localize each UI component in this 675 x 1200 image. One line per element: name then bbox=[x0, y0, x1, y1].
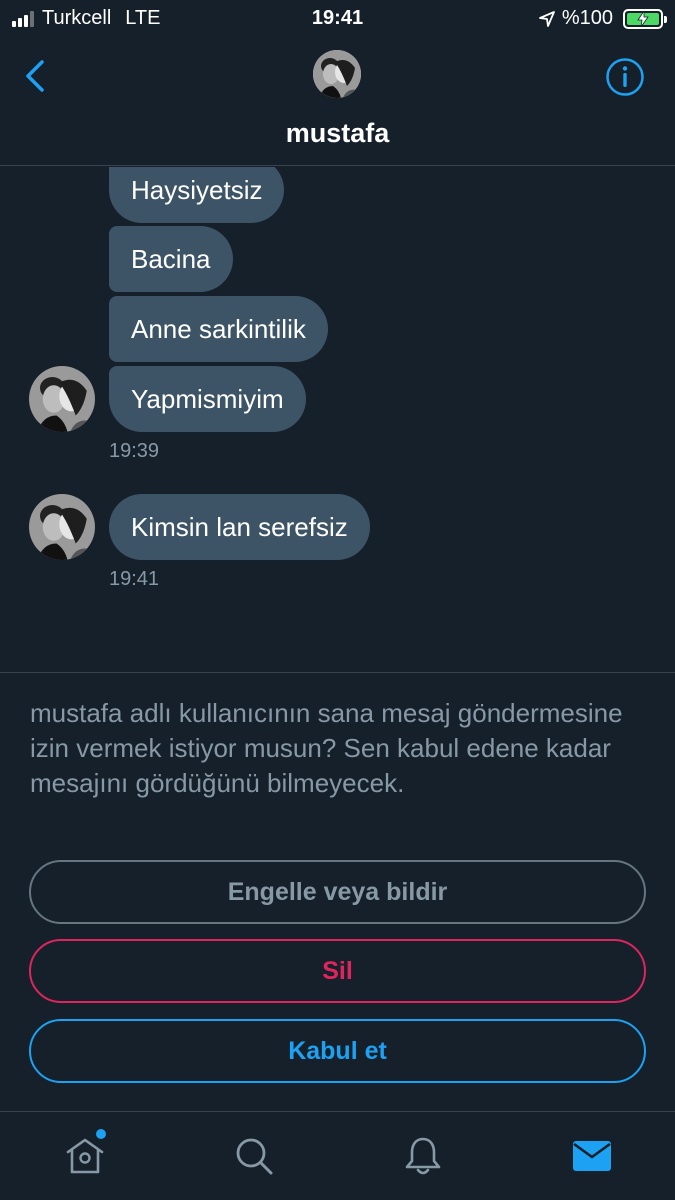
battery-icon bbox=[623, 8, 667, 29]
network-label: LTE bbox=[125, 7, 161, 29]
notification-dot bbox=[96, 1129, 106, 1139]
sender-avatar[interactable] bbox=[29, 366, 95, 432]
tab-bar bbox=[0, 1111, 675, 1200]
sender-avatar[interactable] bbox=[29, 494, 95, 560]
message-timestamp: 19:41 bbox=[109, 568, 160, 590]
message-request-prompt: mustafa adlı kullanıcının sana mesaj gön… bbox=[30, 698, 623, 798]
divider bbox=[0, 672, 675, 673]
message-bubble[interactable]: Anne sarkintilik bbox=[109, 296, 328, 362]
message-bubble[interactable]: Yapmismiyim bbox=[109, 366, 306, 432]
search-icon[interactable] bbox=[232, 1134, 276, 1178]
header-avatar[interactable] bbox=[313, 50, 361, 98]
message-timestamp: 19:39 bbox=[109, 440, 160, 462]
mail-icon[interactable] bbox=[570, 1134, 614, 1178]
block-or-report-button[interactable]: Engelle veya bildir bbox=[29, 860, 646, 924]
conversation-header: mustafa bbox=[0, 38, 675, 166]
location-arrow-icon bbox=[538, 10, 555, 27]
info-icon[interactable] bbox=[605, 57, 645, 97]
message-bubble[interactable]: Haysiyetsiz bbox=[109, 167, 285, 223]
message-bubble[interactable]: Kimsin lan serefsiz bbox=[109, 494, 370, 560]
battery-percent: %100 bbox=[561, 7, 613, 29]
status-bar: Turkcell LTE 19:41 %100 bbox=[0, 0, 675, 38]
message-bubble[interactable]: Bacina bbox=[109, 226, 233, 292]
contact-name: mustafa bbox=[285, 118, 390, 148]
message-list[interactable]: Haysiyetsiz Bacina Anne sarkintilik Yapm… bbox=[0, 167, 675, 672]
back-arrow-icon[interactable] bbox=[20, 56, 54, 96]
bell-icon[interactable] bbox=[401, 1134, 445, 1178]
accept-button[interactable]: Kabul et bbox=[29, 1019, 646, 1083]
carrier-label: Turkcell bbox=[42, 7, 112, 29]
signal-icon bbox=[12, 10, 34, 27]
home-icon[interactable] bbox=[63, 1134, 107, 1178]
delete-button[interactable]: Sil bbox=[29, 939, 646, 1003]
